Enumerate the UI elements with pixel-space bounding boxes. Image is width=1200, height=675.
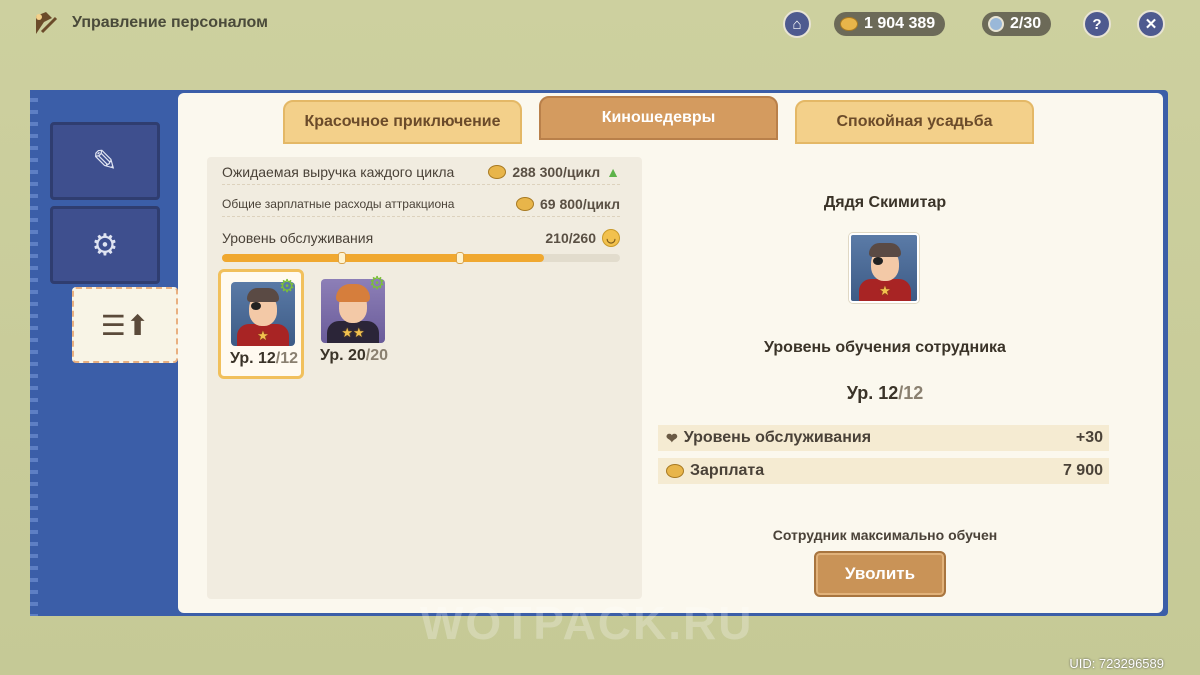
smile-icon: ◡ bbox=[602, 229, 620, 247]
coin-icon bbox=[516, 196, 534, 211]
page-title: Управление персоналом bbox=[72, 14, 268, 31]
level-up-icon: ☰⬆ bbox=[100, 309, 150, 341]
service-bonus-label: Уровень обслуживания bbox=[683, 429, 872, 446]
feather-icon: ✎ bbox=[92, 144, 118, 178]
side-tab-staff[interactable]: ⚙ bbox=[50, 206, 160, 284]
staff-card-scimitar[interactable]: ★ ⚙ Ур. 12/12 bbox=[218, 269, 304, 379]
progress-marker bbox=[338, 252, 346, 264]
currency-value: 1 904 389 bbox=[864, 15, 936, 32]
selected-staff-portrait: ★ bbox=[849, 233, 919, 303]
service-heart-icon: ❤ bbox=[666, 429, 678, 446]
staff-counter: 2/30 bbox=[982, 12, 1052, 36]
house-icon: ⌂ bbox=[792, 15, 802, 33]
question-icon: ? bbox=[1092, 15, 1102, 33]
training-level: Ур. 12/12 bbox=[846, 383, 924, 403]
revenue-value: 288 300/цикл bbox=[512, 163, 601, 180]
staff-level: Ур. 12/12 bbox=[229, 350, 299, 367]
top-bar: Управление персоналом ⌂ 1 904 389 2/30 ?… bbox=[0, 0, 1200, 50]
staff-name: Дядя Скимитар bbox=[823, 194, 947, 211]
training-title: Уровень обучения сотрудника bbox=[764, 339, 1006, 356]
salary-label: Общие зарплатные расходы аттракциона bbox=[222, 196, 455, 211]
service-bonus-row: ❤ Уровень обслуживания +30 bbox=[658, 425, 1109, 451]
staff-gear-icon: ⚙ bbox=[91, 228, 119, 262]
coin-icon bbox=[840, 17, 858, 31]
tab-cinema-masterpieces[interactable]: Киношедевры bbox=[539, 96, 778, 140]
salary-detail-value: 7 900 bbox=[1062, 462, 1103, 479]
tab-calm-estate[interactable]: Спокойная усадьба bbox=[795, 100, 1034, 144]
revenue-label: Ожидаемая выручка каждого цикла bbox=[222, 163, 455, 180]
coin-icon bbox=[488, 164, 507, 179]
salary-detail-label: Зарплата bbox=[690, 462, 765, 479]
star-rating: ★★ bbox=[341, 325, 365, 340]
help-button[interactable]: ? bbox=[1083, 10, 1111, 38]
max-trained-note: Сотрудник максимально обучен bbox=[772, 527, 998, 543]
star-rating: ★ bbox=[257, 328, 269, 343]
star-rating: ★ bbox=[879, 283, 891, 298]
watermark: WOTPACK.RU bbox=[420, 597, 754, 649]
service-row: Уровень обслуживания 210/260 ◡ bbox=[222, 225, 620, 251]
service-bonus-value: +30 bbox=[1075, 429, 1103, 446]
staff-count-value: 2/30 bbox=[1010, 15, 1042, 32]
revenue-row: Ожидаемая выручка каждого цикла 288 300/… bbox=[222, 159, 620, 185]
staff-level: Ур. 20/20 bbox=[319, 347, 389, 364]
staff-management-icon bbox=[36, 12, 58, 34]
uid-label: UID: 723296589 bbox=[1069, 656, 1164, 671]
currency-display: 1 904 389 bbox=[834, 12, 946, 36]
progress-marker bbox=[456, 252, 464, 264]
fire-button[interactable]: Уволить bbox=[814, 551, 946, 597]
salary-value: 69 800/цикл bbox=[540, 195, 620, 212]
service-value: 210/260 bbox=[545, 230, 596, 246]
side-tab-training[interactable]: ☰⬆ bbox=[72, 287, 178, 363]
arrow-up-icon: ▲ bbox=[606, 163, 620, 180]
tab-colorful-adventure[interactable]: Красочное приключение bbox=[283, 100, 522, 144]
home-button[interactable]: ⌂ bbox=[783, 10, 811, 38]
service-label: Уровень обслуживания bbox=[222, 230, 374, 246]
close-icon: ✕ bbox=[1144, 16, 1158, 33]
service-progress-bar bbox=[222, 252, 620, 264]
side-tab-management[interactable]: ✎ bbox=[50, 122, 160, 200]
coin-icon bbox=[666, 464, 684, 478]
gear-badge-icon: ⚙ bbox=[369, 273, 386, 293]
staff-count-icon bbox=[988, 16, 1004, 32]
salary-row: Общие зарплатные расходы аттракциона 69 … bbox=[222, 191, 620, 217]
gear-badge-icon: ⚙ bbox=[279, 276, 296, 296]
salary-detail-row: Зарплата 7 900 bbox=[658, 458, 1109, 484]
service-progress-fill bbox=[222, 254, 544, 262]
close-button[interactable]: ✕ bbox=[1137, 10, 1165, 38]
staff-card-second[interactable]: ★★ ⚙ Ур. 20/20 bbox=[311, 269, 397, 379]
